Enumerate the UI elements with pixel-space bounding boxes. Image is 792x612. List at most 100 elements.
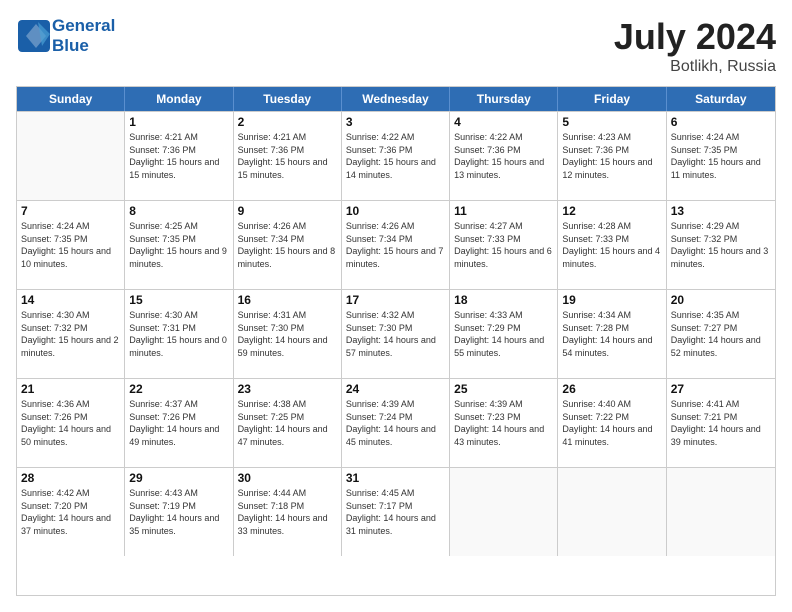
day-info: Sunrise: 4:34 AM Sunset: 7:28 PM Dayligh… bbox=[562, 309, 661, 359]
day-cell-16: 16 Sunrise: 4:31 AM Sunset: 7:30 PM Dayli… bbox=[234, 290, 342, 378]
day-number: 11 bbox=[454, 204, 553, 218]
day-info: Sunrise: 4:31 AM Sunset: 7:30 PM Dayligh… bbox=[238, 309, 337, 359]
day-info: Sunrise: 4:44 AM Sunset: 7:18 PM Dayligh… bbox=[238, 487, 337, 537]
day-info: Sunrise: 4:45 AM Sunset: 7:17 PM Dayligh… bbox=[346, 487, 445, 537]
day-info: Sunrise: 4:28 AM Sunset: 7:33 PM Dayligh… bbox=[562, 220, 661, 270]
day-info: Sunrise: 4:27 AM Sunset: 7:33 PM Dayligh… bbox=[454, 220, 553, 270]
title-area: July 2024 Botlikh, Russia bbox=[614, 16, 776, 76]
empty-cell-4-6 bbox=[667, 468, 775, 556]
day-number: 16 bbox=[238, 293, 337, 307]
day-info: Sunrise: 4:36 AM Sunset: 7:26 PM Dayligh… bbox=[21, 398, 120, 448]
day-cell-24: 24 Sunrise: 4:39 AM Sunset: 7:24 PM Dayli… bbox=[342, 379, 450, 467]
day-info: Sunrise: 4:30 AM Sunset: 7:31 PM Dayligh… bbox=[129, 309, 228, 359]
day-number: 21 bbox=[21, 382, 120, 396]
week-row-3: 14 Sunrise: 4:30 AM Sunset: 7:32 PM Dayli… bbox=[17, 289, 775, 378]
day-info: Sunrise: 4:26 AM Sunset: 7:34 PM Dayligh… bbox=[238, 220, 337, 270]
day-number: 27 bbox=[671, 382, 771, 396]
day-info: Sunrise: 4:38 AM Sunset: 7:25 PM Dayligh… bbox=[238, 398, 337, 448]
day-cell-25: 25 Sunrise: 4:39 AM Sunset: 7:23 PM Dayli… bbox=[450, 379, 558, 467]
week-row-5: 28 Sunrise: 4:42 AM Sunset: 7:20 PM Dayli… bbox=[17, 467, 775, 556]
day-cell-19: 19Sunrise: 4:34 AM Sunset: 7:28 PM Dayli… bbox=[558, 290, 666, 378]
weekday-header-monday: Monday bbox=[125, 87, 233, 111]
day-number: 3 bbox=[346, 115, 445, 129]
weekday-header-sunday: Sunday bbox=[17, 87, 125, 111]
day-cell-22: 22Sunrise: 4:37 AM Sunset: 7:26 PM Dayli… bbox=[125, 379, 233, 467]
day-info: Sunrise: 4:24 AM Sunset: 7:35 PM Dayligh… bbox=[21, 220, 120, 270]
day-cell-17: 17Sunrise: 4:32 AM Sunset: 7:30 PM Dayli… bbox=[342, 290, 450, 378]
day-cell-13: 13Sunrise: 4:29 AM Sunset: 7:32 PM Dayli… bbox=[667, 201, 775, 289]
day-info: Sunrise: 4:25 AM Sunset: 7:35 PM Dayligh… bbox=[129, 220, 228, 270]
day-cell-26: 26 Sunrise: 4:40 AM Sunset: 7:22 PM Dayli… bbox=[558, 379, 666, 467]
day-info: Sunrise: 4:22 AM Sunset: 7:36 PM Dayligh… bbox=[346, 131, 445, 181]
logo-text-general: General bbox=[52, 16, 115, 36]
week-row-1: 1 Sunrise: 4:21 AM Sunset: 7:36 PM Daylig… bbox=[17, 111, 775, 200]
day-cell-5: 5 Sunrise: 4:23 AM Sunset: 7:36 PM Daylig… bbox=[558, 112, 666, 200]
calendar-body: 1 Sunrise: 4:21 AM Sunset: 7:36 PM Daylig… bbox=[17, 111, 775, 556]
day-cell-27: 27 Sunrise: 4:41 AM Sunset: 7:21 PM Dayli… bbox=[667, 379, 775, 467]
day-info: Sunrise: 4:40 AM Sunset: 7:22 PM Dayligh… bbox=[562, 398, 661, 448]
day-number: 6 bbox=[671, 115, 771, 129]
day-number: 18 bbox=[454, 293, 553, 307]
day-number: 23 bbox=[238, 382, 337, 396]
day-number: 7 bbox=[21, 204, 120, 218]
day-info: Sunrise: 4:35 AM Sunset: 7:27 PM Dayligh… bbox=[671, 309, 771, 359]
logo-icon bbox=[16, 18, 52, 54]
logo: General Blue bbox=[16, 16, 115, 55]
day-cell-4: 4Sunrise: 4:22 AM Sunset: 7:36 PM Daylig… bbox=[450, 112, 558, 200]
day-cell-29: 29 Sunrise: 4:43 AM Sunset: 7:19 PM Dayli… bbox=[125, 468, 233, 556]
day-cell-30: 30 Sunrise: 4:44 AM Sunset: 7:18 PM Dayli… bbox=[234, 468, 342, 556]
day-number: 15 bbox=[129, 293, 228, 307]
day-cell-14: 14 Sunrise: 4:30 AM Sunset: 7:32 PM Dayli… bbox=[17, 290, 125, 378]
weekday-header-thursday: Thursday bbox=[450, 87, 558, 111]
empty-cell-0-0 bbox=[17, 112, 125, 200]
day-number: 4 bbox=[454, 115, 553, 129]
day-number: 5 bbox=[562, 115, 661, 129]
day-number: 30 bbox=[238, 471, 337, 485]
day-info: Sunrise: 4:42 AM Sunset: 7:20 PM Dayligh… bbox=[21, 487, 120, 537]
month-year-title: July 2024 bbox=[614, 16, 776, 58]
day-cell-10: 10Sunrise: 4:26 AM Sunset: 7:34 PM Dayli… bbox=[342, 201, 450, 289]
day-cell-31: 31 Sunrise: 4:45 AM Sunset: 7:17 PM Dayli… bbox=[342, 468, 450, 556]
day-cell-7: 7 Sunrise: 4:24 AM Sunset: 7:35 PM Daylig… bbox=[17, 201, 125, 289]
header: General Blue July 2024 Botlikh, Russia bbox=[16, 16, 776, 76]
day-number: 13 bbox=[671, 204, 771, 218]
day-info: Sunrise: 4:30 AM Sunset: 7:32 PM Dayligh… bbox=[21, 309, 120, 359]
day-number: 1 bbox=[129, 115, 228, 129]
day-number: 29 bbox=[129, 471, 228, 485]
day-cell-6: 6 Sunrise: 4:24 AM Sunset: 7:35 PM Daylig… bbox=[667, 112, 775, 200]
day-number: 26 bbox=[562, 382, 661, 396]
day-cell-23: 23 Sunrise: 4:38 AM Sunset: 7:25 PM Dayli… bbox=[234, 379, 342, 467]
day-info: Sunrise: 4:41 AM Sunset: 7:21 PM Dayligh… bbox=[671, 398, 771, 448]
day-info: Sunrise: 4:23 AM Sunset: 7:36 PM Dayligh… bbox=[562, 131, 661, 181]
day-number: 14 bbox=[21, 293, 120, 307]
day-cell-21: 21 Sunrise: 4:36 AM Sunset: 7:26 PM Dayli… bbox=[17, 379, 125, 467]
day-cell-15: 15 Sunrise: 4:30 AM Sunset: 7:31 PM Dayli… bbox=[125, 290, 233, 378]
calendar: SundayMondayTuesdayWednesdayThursdayFrid… bbox=[16, 86, 776, 596]
day-info: Sunrise: 4:21 AM Sunset: 7:36 PM Dayligh… bbox=[238, 131, 337, 181]
day-number: 28 bbox=[21, 471, 120, 485]
day-number: 2 bbox=[238, 115, 337, 129]
day-cell-28: 28 Sunrise: 4:42 AM Sunset: 7:20 PM Dayli… bbox=[17, 468, 125, 556]
day-info: Sunrise: 4:43 AM Sunset: 7:19 PM Dayligh… bbox=[129, 487, 228, 537]
day-number: 9 bbox=[238, 204, 337, 218]
location-title: Botlikh, Russia bbox=[614, 58, 776, 76]
day-cell-9: 9 Sunrise: 4:26 AM Sunset: 7:34 PM Daylig… bbox=[234, 201, 342, 289]
day-number: 31 bbox=[346, 471, 445, 485]
day-cell-2: 2 Sunrise: 4:21 AM Sunset: 7:36 PM Daylig… bbox=[234, 112, 342, 200]
day-cell-3: 3 Sunrise: 4:22 AM Sunset: 7:36 PM Daylig… bbox=[342, 112, 450, 200]
day-info: Sunrise: 4:39 AM Sunset: 7:24 PM Dayligh… bbox=[346, 398, 445, 448]
day-cell-11: 11 Sunrise: 4:27 AM Sunset: 7:33 PM Dayli… bbox=[450, 201, 558, 289]
page: General Blue July 2024 Botlikh, Russia S… bbox=[0, 0, 792, 612]
day-number: 8 bbox=[129, 204, 228, 218]
day-number: 22 bbox=[129, 382, 228, 396]
day-info: Sunrise: 4:24 AM Sunset: 7:35 PM Dayligh… bbox=[671, 131, 771, 181]
week-row-2: 7 Sunrise: 4:24 AM Sunset: 7:35 PM Daylig… bbox=[17, 200, 775, 289]
day-number: 24 bbox=[346, 382, 445, 396]
day-cell-18: 18 Sunrise: 4:33 AM Sunset: 7:29 PM Dayli… bbox=[450, 290, 558, 378]
day-info: Sunrise: 4:21 AM Sunset: 7:36 PM Dayligh… bbox=[129, 131, 228, 181]
day-info: Sunrise: 4:32 AM Sunset: 7:30 PM Dayligh… bbox=[346, 309, 445, 359]
day-cell-20: 20Sunrise: 4:35 AM Sunset: 7:27 PM Dayli… bbox=[667, 290, 775, 378]
day-info: Sunrise: 4:39 AM Sunset: 7:23 PM Dayligh… bbox=[454, 398, 553, 448]
day-info: Sunrise: 4:33 AM Sunset: 7:29 PM Dayligh… bbox=[454, 309, 553, 359]
day-number: 25 bbox=[454, 382, 553, 396]
